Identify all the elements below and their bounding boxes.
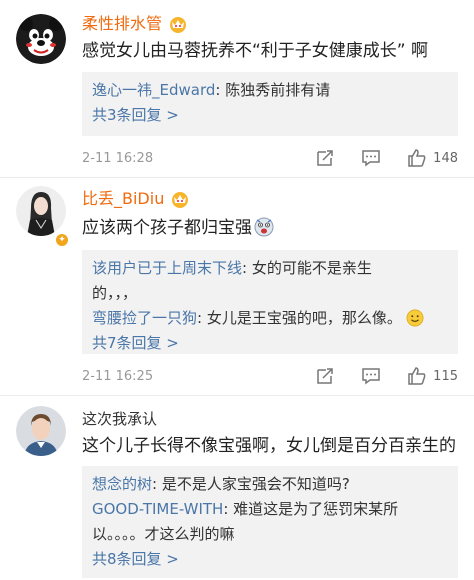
comment-icon: [362, 368, 380, 385]
comment-footer: 2-11 16:28 148: [82, 146, 458, 170]
timestamp: 2-11 16:28: [82, 150, 154, 166]
comment-text: 感觉女儿由马蓉抚养不“利于子女健康成长” 啊: [82, 41, 429, 61]
username[interactable]: 柔性排水管: [82, 13, 162, 35]
username[interactable]: 这次我承认: [82, 408, 157, 430]
reply-box[interactable]: 该用户已于上周末下线: 女的可能不是亲生 的，，， 弯腰捡了一只狗: 女儿是王宝…: [82, 250, 458, 354]
avatar[interactable]: [16, 186, 66, 236]
reply-text: 是不是人家宝强会不知道吗?: [161, 475, 350, 493]
username[interactable]: 比丢_BiDiu: [82, 188, 164, 210]
vip-badge: ✦: [54, 232, 70, 248]
like-button[interactable]: 148: [407, 148, 458, 168]
timestamp: 2-11 16:25: [82, 368, 154, 384]
reply-username[interactable]: 逸心一祎_Edward: [92, 81, 215, 99]
reply-box[interactable]: 逸心一祎_Edward: 陈独秀前排有请 共3条回复 >: [82, 72, 458, 136]
comment-item: 柔性排水管 感觉女儿由马蓉抚养不“利于子女健康成长” 啊 逸心一祎_Edward…: [0, 0, 474, 178]
like-count: 115: [433, 368, 458, 384]
share-icon: [317, 150, 333, 166]
reply-line: 想念的树: 是不是人家宝强会不知道吗?: [92, 475, 350, 493]
share-button[interactable]: [315, 148, 335, 168]
reply-username[interactable]: 该用户已于上周末下线: [92, 259, 242, 277]
like-icon: [408, 149, 426, 167]
reply-username[interactable]: 想念的树: [92, 475, 152, 493]
reply-line-continued: 的，，，: [92, 284, 138, 302]
comment-button[interactable]: [361, 366, 381, 386]
comment-footer: 2-11 16:25 115: [82, 364, 458, 388]
reply-text: 女儿是王宝强的吧，那么像。: [206, 309, 402, 327]
more-replies-link[interactable]: 共7条回复 >: [92, 331, 448, 356]
crown-icon: [170, 17, 187, 33]
reply-text: 陈独秀前排有请: [225, 81, 331, 99]
reply-username[interactable]: 弯腰捡了一只狗: [92, 309, 197, 327]
more-replies-link[interactable]: 共3条回复 >: [92, 103, 448, 128]
like-count: 148: [433, 150, 458, 166]
reply-line: 弯腰捡了一只狗: 女儿是王宝强的吧，那么像。: [92, 306, 448, 331]
like-button[interactable]: 115: [407, 366, 458, 386]
comment-item: ✦ 比丢_BiDiu 应该两个孩子都归宝强 该用户已于上周末下线: 女的可能不是…: [0, 178, 474, 396]
avatar[interactable]: [16, 406, 66, 456]
reply-line: 逸心一祎_Edward: 陈独秀前排有请: [92, 81, 331, 99]
reply-line: 该用户已于上周末下线: 女的可能不是亲生: [92, 259, 372, 277]
reply-text: 女的可能不是亲生: [251, 259, 372, 277]
scared-emoji: [254, 217, 274, 237]
comment-text: 这个儿子长得不像宝强啊，女儿倒是百分百亲生的: [82, 436, 456, 456]
reply-line: GOOD-TIME-WITH: 难道这是为了惩罚宋某所: [92, 500, 399, 518]
smile-emoji: [406, 309, 424, 327]
reply-line-continued: 以。。。。才这么判的嘛: [92, 525, 235, 543]
comment-icon: [362, 150, 380, 167]
comment-item: 这次我承认 这个儿子长得不像宝强啊，女儿倒是百分百亲生的 想念的树: 是不是人家…: [0, 396, 474, 580]
like-icon: [408, 367, 426, 385]
more-replies-link[interactable]: 共8条回复 >: [92, 547, 448, 572]
crown-icon: [172, 192, 189, 208]
comment-text: 应该两个孩子都归宝强: [82, 215, 460, 241]
comment-button[interactable]: [361, 148, 381, 168]
reply-username[interactable]: GOOD-TIME-WITH: [92, 500, 223, 518]
reply-box[interactable]: 想念的树: 是不是人家宝强会不知道吗? GOOD-TIME-WITH: 难道这是…: [82, 466, 458, 578]
reply-text: 难道这是为了惩罚宋某所: [233, 500, 399, 518]
share-button[interactable]: [315, 366, 335, 386]
avatar[interactable]: [16, 14, 66, 64]
share-icon: [317, 368, 333, 384]
